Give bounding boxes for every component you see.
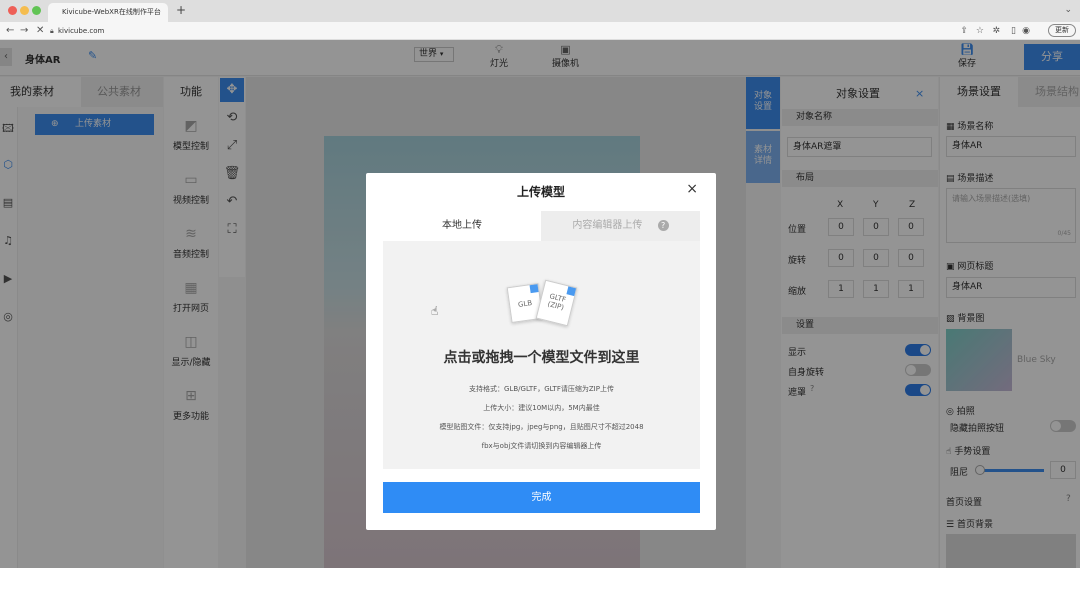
- minimize-window-icon[interactable]: [20, 6, 29, 15]
- help-icon[interactable]: ?: [657, 220, 669, 231]
- screen: Kivicube-WebXR在线制作平台 + ⌄ ← → ✕ 🔒︎ kivicu…: [0, 0, 1080, 595]
- back-icon[interactable]: ←: [6, 24, 14, 38]
- done-button[interactable]: 完成: [383, 482, 700, 513]
- gltf-file-label: GLTF (ZIP): [546, 292, 567, 312]
- chevron-down-icon[interactable]: ⌄: [1064, 5, 1072, 15]
- lock-icon[interactable]: 🔒︎: [50, 24, 54, 38]
- url-text[interactable]: kivicube.com: [58, 25, 104, 37]
- format-hint: 支持格式：GLB/GLTF，GLTF请压缩为ZIP上传: [469, 385, 614, 393]
- stop-loading-icon[interactable]: ✕: [36, 24, 44, 38]
- browser-tab-bar: Kivicube-WebXR在线制作平台 + ⌄: [0, 0, 1080, 22]
- tab-editor-upload[interactable]: 内容编辑器上传 ?: [541, 211, 700, 241]
- profile-icon[interactable]: ◉: [1022, 24, 1030, 38]
- close-window-icon[interactable]: [8, 6, 17, 15]
- upload-drop-zone[interactable]: GLB GLTF (ZIP) 点击或拖拽一个模型文件到这里 支持格式：GLB/G…: [383, 241, 700, 469]
- bookmark-star-icon[interactable]: ☆: [976, 24, 984, 38]
- texture-hint: 模型贴图文件：仅支持jpg，jpeg与png，且贴图尺寸不超过2048: [439, 423, 644, 431]
- maximize-window-icon[interactable]: [32, 6, 41, 15]
- tab-local-upload[interactable]: 本地上传: [383, 211, 541, 241]
- share-page-icon[interactable]: ⇪: [960, 24, 968, 38]
- fbx-obj-hint: fbx与obj文件请切换到内容编辑器上传: [481, 442, 602, 450]
- sidebar-icon[interactable]: ▯: [1011, 24, 1016, 38]
- drop-zone-instruction: 点击或拖拽一个模型文件到这里: [443, 350, 640, 366]
- forward-icon[interactable]: →: [20, 24, 28, 38]
- dialog-close-icon[interactable]: ×: [686, 181, 698, 197]
- browser-url-bar: ← → ✕ 🔒︎ kivicube.com ⇪ ☆ ✲ ▯ ◉ 更新: [0, 22, 1080, 40]
- tab-editor-upload-label: 内容编辑器上传: [572, 220, 643, 231]
- upload-model-dialog: 上传模型 × 本地上传 内容编辑器上传 ? GLB GLTF (ZIP) 点击或…: [366, 173, 716, 530]
- gltf-file-icon: GLTF (ZIP): [535, 279, 578, 327]
- tab-title: Kivicube-WebXR在线制作平台: [62, 8, 161, 16]
- hand-cursor-icon: ☝: [431, 304, 439, 318]
- dialog-title: 上传模型: [516, 185, 565, 199]
- size-hint: 上传大小：建议10M以内，5M内最佳: [483, 404, 600, 412]
- browser-tab[interactable]: Kivicube-WebXR在线制作平台: [48, 3, 168, 22]
- extensions-icon[interactable]: ✲: [992, 24, 1000, 38]
- new-tab-button[interactable]: +: [176, 3, 186, 17]
- glb-file-label: GLB: [517, 299, 533, 309]
- update-button[interactable]: 更新: [1048, 24, 1076, 37]
